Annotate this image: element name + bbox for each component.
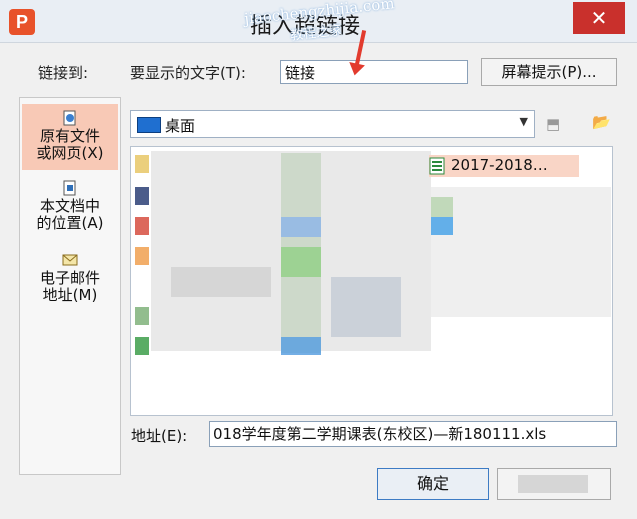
- file-web-icon: [63, 110, 76, 126]
- document-place-icon: [63, 180, 76, 196]
- watermark-site: 教程之家: [289, 23, 343, 44]
- link-type-email-line1: 电子邮件: [39, 269, 100, 287]
- file-item-label: 2017-2018…: [451, 156, 548, 174]
- address-label: 地址(E):: [131, 427, 188, 445]
- display-text-input[interactable]: 链接: [280, 60, 468, 84]
- cancel-button[interactable]: [497, 468, 611, 500]
- link-to-label: 链接到:: [38, 64, 89, 82]
- file-list[interactable]: 2017-2018…: [130, 146, 613, 416]
- address-input[interactable]: 018学年度第二学期课表(东校区)—新180111.xls: [209, 421, 617, 447]
- open-folder-icon[interactable]: 📂: [592, 113, 611, 131]
- close-button[interactable]: ✕: [573, 2, 625, 34]
- ok-button[interactable]: 确定: [377, 468, 489, 500]
- chevron-down-icon: ▼: [519, 115, 528, 128]
- desktop-folder-icon: [137, 117, 161, 133]
- title-bar: P 插入超链接 jiaochengzhijia.com 教程之家 ✕: [0, 0, 637, 44]
- excel-file-icon: [429, 157, 445, 175]
- email-icon: [62, 254, 78, 266]
- link-type-existing-file-line1: 原有文件: [39, 127, 100, 145]
- link-type-existing-file[interactable]: 原有文件 或网页(X): [22, 104, 118, 170]
- screen-tip-button[interactable]: 屏幕提示(P)...: [481, 58, 617, 86]
- link-type-document-place[interactable]: 本文档中 的位置(A): [22, 174, 118, 244]
- link-type-document-place-line2: 的位置(A): [36, 214, 104, 232]
- link-type-email-line2: 地址(M): [42, 286, 98, 304]
- look-in-dropdown[interactable]: 桌面 ▼: [130, 110, 535, 138]
- link-type-panel: 原有文件 或网页(X) 本文档中 的位置(A) 电子邮件 地址(M): [19, 97, 121, 475]
- up-folder-icon[interactable]: ⬒: [546, 115, 560, 133]
- app-icon: P: [9, 9, 35, 35]
- link-type-document-place-line1: 本文档中: [39, 197, 100, 215]
- link-type-email[interactable]: 电子邮件 地址(M): [22, 246, 118, 314]
- look-in-value: 桌面: [165, 117, 196, 135]
- link-type-existing-file-line2: 或网页(X): [36, 144, 104, 162]
- file-item[interactable]: 2017-2018…: [429, 155, 579, 177]
- display-text-label: 要显示的文字(T):: [130, 64, 246, 82]
